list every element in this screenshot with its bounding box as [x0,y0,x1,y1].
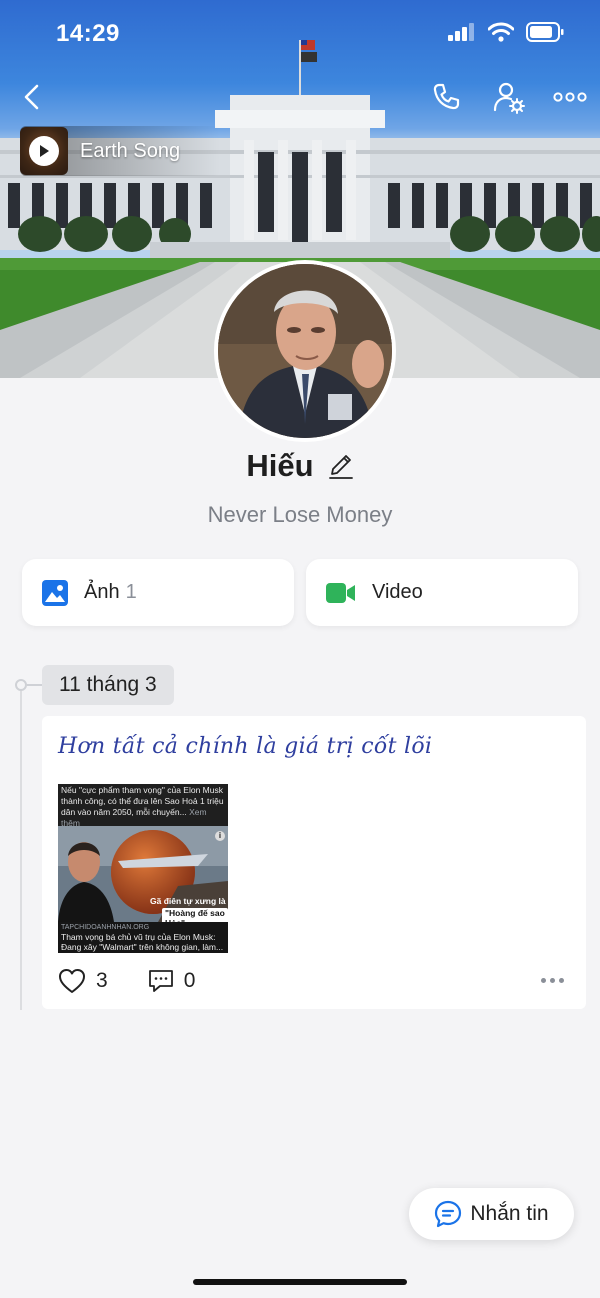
photos-button[interactable]: Ảnh 1 [22,559,294,626]
avatar-photo [218,264,392,438]
timeline-line [20,690,22,1010]
comment-count: 0 [183,969,196,992]
pencil-icon [328,454,353,479]
like-count: 3 [96,969,108,992]
video-camera-icon [326,582,355,603]
info-icon[interactable]: i [215,831,225,841]
videos-button[interactable]: Video [306,559,578,626]
signal-icon [448,23,476,46]
link-preview-text: Nếu "cực phẩm tham vọng" của Elon Musk t… [58,784,228,828]
status-bar: 14:29 [0,0,600,70]
timeline-connector [27,684,43,686]
more-options-button[interactable] [550,77,590,117]
profile-name: Hiếu [246,448,314,483]
like-button[interactable]: 3 [58,968,108,994]
link-preview-source: TAPCHIDOANHNHAN.ORG [61,924,150,931]
more-dot-icon [541,978,546,983]
battery-icon [526,22,564,47]
image-icon [42,579,68,606]
profile-name-row: Hiếu [0,448,600,484]
user-gear-icon [493,82,525,114]
more-dot-icon [559,978,564,983]
music-album-art [20,127,68,175]
status-time: 14:29 [56,20,120,47]
profile-bio: Never Lose Money [207,502,393,527]
status-icons [448,22,564,47]
post-card[interactable]: Hơn tất cả chính là giá trị cốt lõi Nếu … [42,716,586,1009]
message-button-label: Nhắn tin [470,1202,549,1225]
comment-icon [148,970,173,992]
link-preview-caption-a: Gã điên tự xưng là [150,896,226,906]
back-button[interactable] [12,77,52,117]
photos-count: 1 [125,581,137,603]
chevron-left-icon [24,84,39,110]
link-preview-footer: TAPCHIDOANHNHAN.ORG Tham vọng bá chủ vũ … [58,922,228,953]
link-preview[interactable]: Nếu "cực phẩm tham vọng" của Elon Musk t… [58,784,228,953]
phone-icon [433,83,460,110]
user-settings-button[interactable] [489,77,529,117]
play-button[interactable] [29,136,59,166]
more-dot-icon [550,978,555,983]
post-text: Hơn tất cả chính là giá trị cốt lõi [58,734,433,759]
post-actions: 3 0 [58,968,235,994]
play-icon [40,145,49,157]
profile-music-chip[interactable]: Earth Song [20,126,220,176]
home-indicator[interactable] [193,1279,407,1285]
message-button[interactable]: Nhắn tin [409,1188,574,1240]
call-button[interactable] [426,77,466,117]
more-horizontal-icon [553,92,587,102]
videos-label: Video [372,581,423,603]
avatar[interactable] [214,260,396,442]
heart-icon [59,969,85,993]
timeline-date: 11 tháng 3 [42,665,174,705]
wifi-icon [487,22,515,47]
edit-name-button[interactable] [328,449,354,484]
chat-bubble-icon [435,1200,462,1228]
comment-button[interactable]: 0 [148,968,196,994]
link-preview-title: Tham vọng bá chủ vũ trụ của Elon Musk: Đ… [61,932,224,952]
music-title: Earth Song [80,139,181,162]
post-more-button[interactable] [541,978,564,983]
photos-label: Ảnh [84,581,120,603]
timeline-dot [15,679,27,691]
